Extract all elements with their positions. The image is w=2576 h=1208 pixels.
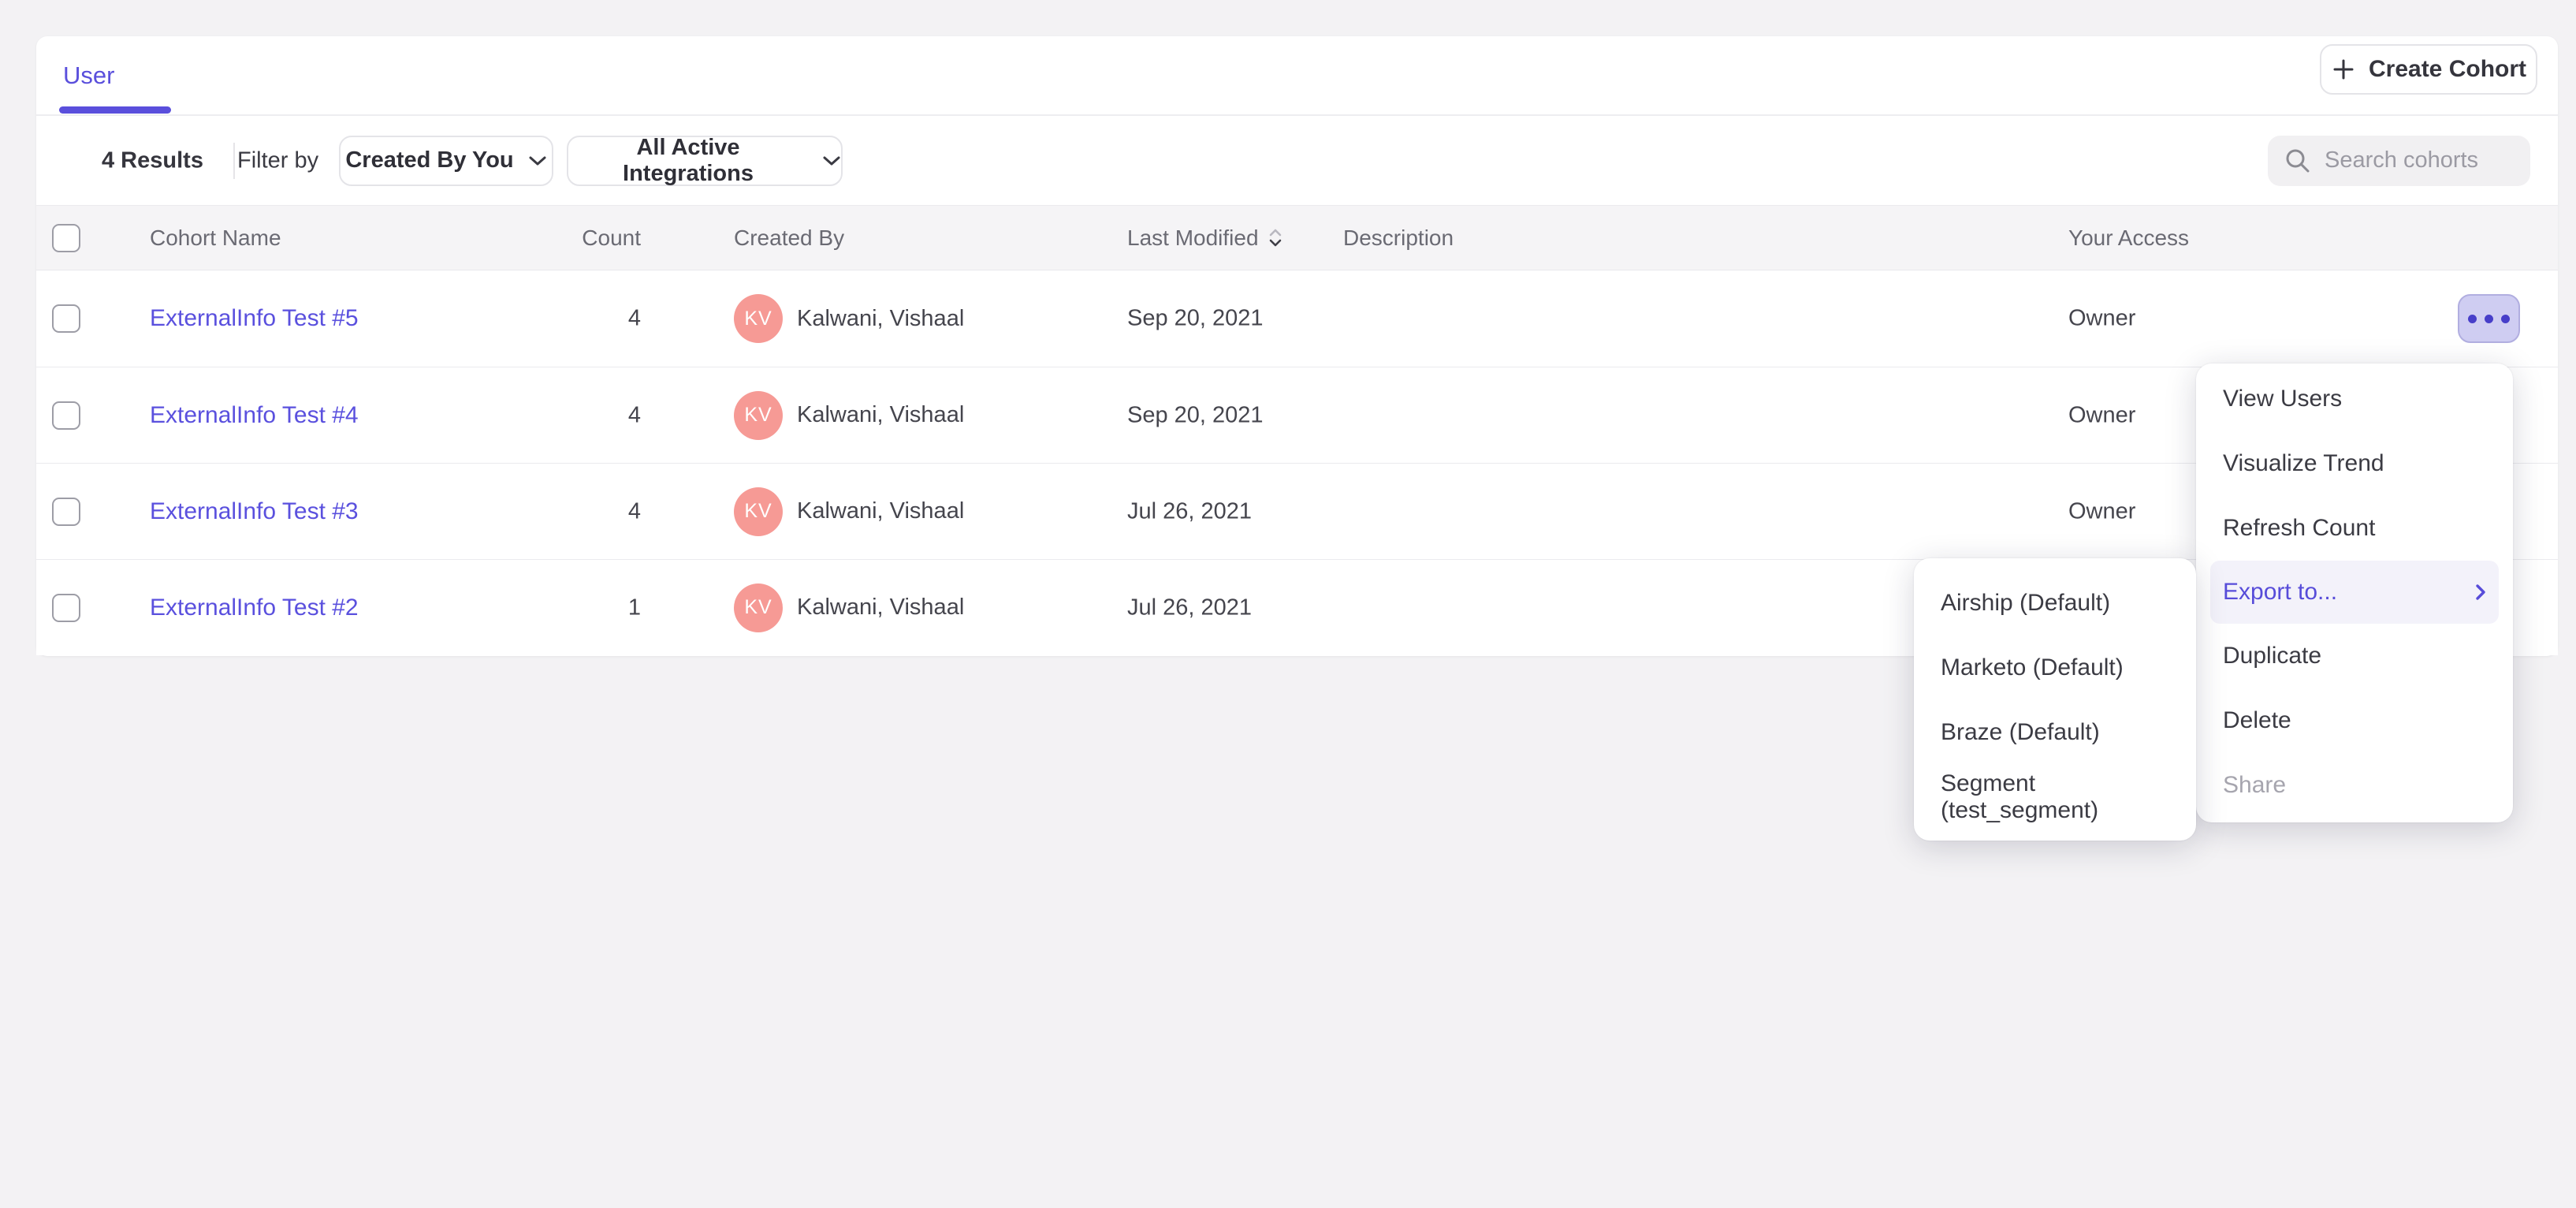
filter-bar-divider (233, 143, 235, 179)
tab-bar: User Create Cohort (36, 36, 2558, 116)
access-value: Owner (2068, 306, 2135, 332)
tab-user[interactable]: User (60, 36, 117, 114)
cohort-count: 1 (478, 595, 641, 621)
cohort-name-link[interactable]: ExternalInfo Test #4 (150, 402, 359, 429)
last-modified-value: Sep 20, 2021 (1127, 306, 1264, 332)
create-cohort-label: Create Cohort (2369, 56, 2526, 83)
creator-name: Kalwani, Vishaal (797, 306, 964, 332)
last-modified-label: Last Modified (1127, 226, 1259, 251)
chevron-down-icon (822, 155, 841, 166)
chevron-down-icon (528, 155, 547, 166)
table-row: ExternalInfo Test #3 4 KV Kalwani, Visha… (36, 463, 2558, 559)
created-by-cell: KV Kalwani, Vishaal (734, 583, 964, 632)
search-icon (2284, 147, 2312, 175)
cohorts-page: User Create Cohort 4 Results Filter by C… (0, 0, 2576, 1208)
access-value: Owner (2068, 402, 2135, 428)
menu-item-visualize-trend[interactable]: Visualize Trend (2196, 431, 2513, 496)
creator-name: Kalwani, Vishaal (797, 402, 964, 428)
avatar: KV (734, 487, 783, 536)
menu-item-export-to[interactable]: Export to... (2210, 561, 2499, 624)
menu-item-refresh-count[interactable]: Refresh Count (2196, 496, 2513, 561)
plus-icon (2331, 57, 2356, 82)
last-modified-value: Jul 26, 2021 (1127, 595, 1252, 621)
active-tab-indicator (59, 106, 171, 114)
filter-bar: 4 Results Filter by Created By You All A… (36, 116, 2558, 205)
export-submenu: Airship (Default) Marketo (Default) Braz… (1914, 558, 2196, 841)
row-checkbox[interactable] (52, 594, 80, 622)
table-row: ExternalInfo Test #4 4 KV Kalwani, Visha… (36, 367, 2558, 463)
column-header-last-modified[interactable]: Last Modified (1127, 226, 1282, 251)
created-by-cell: KV Kalwani, Vishaal (734, 487, 964, 536)
row-checkbox[interactable] (52, 401, 80, 430)
submenu-item-braze[interactable]: Braze (Default) (1914, 700, 2196, 765)
creator-name: Kalwani, Vishaal (797, 595, 964, 621)
creator-name: Kalwani, Vishaal (797, 498, 964, 524)
cohort-count: 4 (478, 498, 641, 524)
ellipsis-icon (2468, 315, 2477, 323)
column-header-count: Count (478, 226, 641, 251)
avatar: KV (734, 583, 783, 632)
sort-icon[interactable] (1268, 229, 1282, 247)
export-to-label: Export to... (2223, 579, 2337, 606)
filter-by-label: Filter by (237, 147, 318, 173)
created-by-filter-dropdown[interactable]: Created By You (339, 136, 553, 186)
submenu-item-airship[interactable]: Airship (Default) (1914, 571, 2196, 636)
row-checkbox[interactable] (52, 304, 80, 333)
submenu-item-segment[interactable]: Segment (test_segment) (1914, 765, 2196, 830)
cohort-count: 4 (478, 402, 641, 428)
select-all-checkbox[interactable] (52, 224, 80, 252)
menu-item-delete[interactable]: Delete (2196, 688, 2513, 753)
search-input[interactable] (2325, 147, 2506, 173)
created-by-filter-label: Created By You (345, 147, 513, 173)
created-by-cell: KV Kalwani, Vishaal (734, 294, 964, 343)
cohort-name-link[interactable]: ExternalInfo Test #3 (150, 498, 359, 525)
avatar: KV (734, 391, 783, 440)
tab-user-label: User (63, 62, 114, 90)
row-actions-button[interactable] (2458, 294, 2520, 343)
column-header-cohort-name: Cohort Name (150, 226, 281, 251)
last-modified-value: Jul 26, 2021 (1127, 498, 1252, 524)
menu-item-view-users[interactable]: View Users (2196, 367, 2513, 431)
cohort-name-link[interactable]: ExternalInfo Test #5 (150, 305, 359, 332)
column-header-created-by: Created By (734, 226, 844, 251)
created-by-cell: KV Kalwani, Vishaal (734, 391, 964, 440)
avatar: KV (734, 294, 783, 343)
row-checkbox[interactable] (52, 498, 80, 526)
table-header: Cohort Name Count Created By Last Modifi… (36, 205, 2558, 270)
create-cohort-button[interactable]: Create Cohort (2320, 44, 2537, 95)
column-header-description: Description (1343, 226, 1454, 251)
submenu-item-marketo[interactable]: Marketo (Default) (1914, 636, 2196, 700)
cohort-name-link[interactable]: ExternalInfo Test #2 (150, 595, 359, 621)
table-row: ExternalInfo Test #5 4 KV Kalwani, Visha… (36, 270, 2558, 367)
integrations-filter-label: All Active Integrations (568, 135, 808, 187)
menu-item-share: Share (2196, 753, 2513, 818)
cohort-count: 4 (478, 306, 641, 332)
search-box[interactable] (2268, 136, 2530, 186)
access-value: Owner (2068, 498, 2135, 524)
menu-item-duplicate[interactable]: Duplicate (2196, 624, 2513, 688)
chevron-right-icon (2475, 583, 2486, 601)
results-count: 4 Results (102, 147, 203, 173)
row-actions-context-menu: View Users Visualize Trend Refresh Count… (2196, 364, 2513, 822)
integrations-filter-dropdown[interactable]: All Active Integrations (567, 136, 843, 186)
column-header-your-access: Your Access (2068, 226, 2189, 251)
last-modified-value: Sep 20, 2021 (1127, 402, 1264, 428)
